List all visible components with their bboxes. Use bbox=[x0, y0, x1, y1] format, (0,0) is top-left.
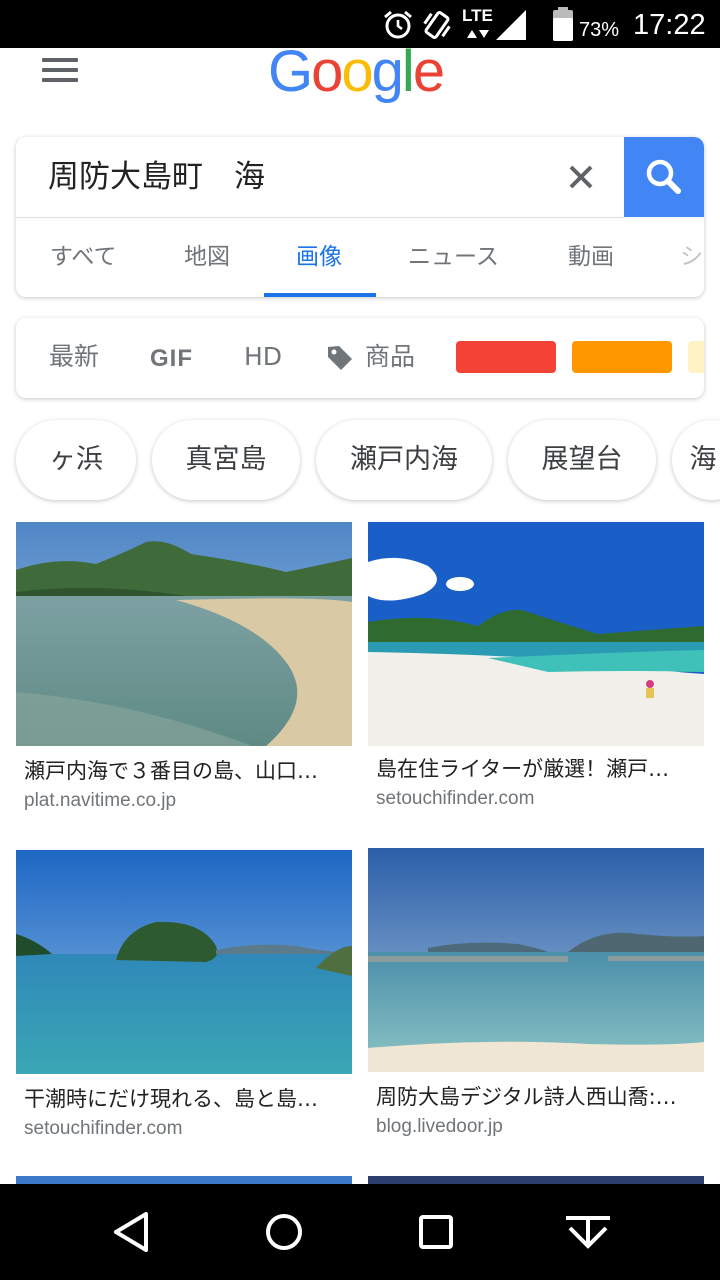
result-image-5[interactable] bbox=[16, 1176, 352, 1184]
chip-tenboudai[interactable]: 展望台 bbox=[508, 420, 656, 500]
tab-all[interactable]: すべて bbox=[50, 241, 116, 273]
chip-gahama[interactable]: ヶ浜 bbox=[16, 420, 136, 500]
result-source-1: plat.navitime.co.jp bbox=[24, 790, 177, 811]
menu-icon[interactable] bbox=[42, 58, 78, 84]
result-image-3[interactable] bbox=[16, 850, 352, 1074]
color-swatch-yellow[interactable] bbox=[688, 341, 704, 373]
battery-percent: 73% bbox=[579, 19, 620, 41]
tab-videos[interactable]: 動画 bbox=[568, 241, 614, 273]
tool-latest[interactable]: 最新 bbox=[49, 340, 99, 374]
active-tab-indicator bbox=[264, 293, 376, 297]
home-icon[interactable] bbox=[254, 1202, 314, 1262]
result-image-1[interactable] bbox=[16, 522, 352, 746]
network-type: LTE bbox=[462, 6, 493, 25]
tool-products[interactable]: 商品 bbox=[365, 340, 415, 374]
result-image-6[interactable] bbox=[368, 1176, 704, 1184]
keyboard-hide-icon[interactable] bbox=[558, 1202, 618, 1262]
search-icon bbox=[646, 159, 681, 194]
tab-maps[interactable]: 地図 bbox=[184, 241, 230, 273]
google-logo[interactable]: Google bbox=[268, 38, 445, 106]
recents-icon[interactable] bbox=[406, 1202, 466, 1262]
search-button[interactable] bbox=[624, 137, 704, 217]
back-icon[interactable] bbox=[102, 1202, 162, 1262]
tool-gif[interactable]: GIF bbox=[150, 342, 193, 376]
result-image-2[interactable] bbox=[368, 522, 704, 746]
vibrate-icon bbox=[423, 11, 451, 39]
color-swatch-red[interactable] bbox=[456, 341, 556, 373]
tools-card: 最新 GIF HD 商品 bbox=[16, 318, 704, 398]
search-input[interactable]: 周防大島町 海 bbox=[48, 157, 265, 197]
result-source-2: setouchifinder.com bbox=[376, 788, 535, 809]
result-source-4: blog.livedoor.jp bbox=[376, 1116, 503, 1137]
chip-mamiyajima[interactable]: 真宮島 bbox=[152, 420, 300, 500]
search-card: 周防大島町 海 すべて 地図 画像 ニュース 動画 シ bbox=[16, 137, 704, 297]
tag-icon bbox=[328, 346, 352, 370]
result-title-3[interactable]: 干潮時にだけ現れる、島と島… bbox=[24, 1084, 318, 1114]
chip-setonaikai[interactable]: 瀬戸内海 bbox=[316, 420, 492, 500]
clear-icon[interactable] bbox=[561, 157, 601, 197]
result-title-1[interactable]: 瀬戸内海で３番目の島、山口… bbox=[24, 756, 318, 786]
divider bbox=[16, 217, 624, 218]
chip-umi[interactable]: 海 bbox=[672, 420, 720, 500]
alarm-icon bbox=[384, 10, 412, 39]
signal-icon bbox=[496, 10, 526, 40]
tab-news[interactable]: ニュース bbox=[408, 241, 499, 273]
tool-hd[interactable]: HD bbox=[244, 340, 282, 374]
result-title-2[interactable]: 島在住ライターが厳選！瀬戸… bbox=[376, 754, 669, 784]
tab-more[interactable]: シ bbox=[680, 241, 703, 273]
data-arrows-icon bbox=[467, 30, 489, 38]
color-swatch-orange[interactable] bbox=[572, 341, 672, 373]
tab-images[interactable]: 画像 bbox=[296, 241, 342, 273]
screen: LTE 73% 17:22 Google 周防大島町 海 すべて 地図 画像 ニ… bbox=[0, 0, 720, 1280]
battery-icon bbox=[553, 7, 573, 41]
result-title-4[interactable]: 周防大島デジタル詩人西山喬:… bbox=[376, 1082, 677, 1112]
navigation-bar bbox=[0, 1184, 720, 1280]
result-source-3: setouchifinder.com bbox=[24, 1118, 183, 1139]
clock: 17:22 bbox=[633, 9, 706, 41]
result-image-4[interactable] bbox=[368, 848, 704, 1072]
